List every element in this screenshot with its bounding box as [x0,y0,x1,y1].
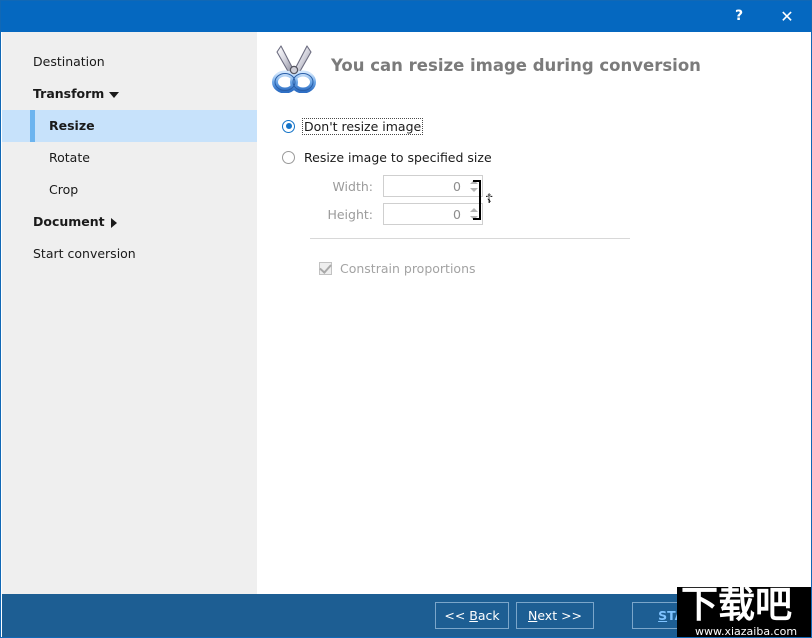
sidebar-item-label: Resize [49,118,95,133]
radio-dont-resize[interactable]: Don't resize image [282,117,424,135]
watermark-overlay: 下载吧 www.xiazaiba.com [677,587,811,638]
radio-resize-specified[interactable]: Resize image to specified size [282,148,494,166]
dimension-link-group: ☦ [473,180,501,220]
link-bracket [473,180,481,220]
next-suffix: ext >> [537,608,583,623]
height-stepper[interactable]: 0 [383,203,483,225]
chain-link-icon: ☦ [485,192,494,207]
sidebar-item-destination[interactable]: Destination [2,46,257,78]
next-button[interactable]: Next >> [516,602,594,629]
title-bar: ? ✕ [1,1,811,32]
constrain-proportions-checkbox[interactable]: Constrain proportions [319,260,476,276]
chevron-right-icon [110,217,117,228]
start-accel: S [658,608,668,623]
radio-label-dont-resize: Don't resize image [302,117,424,135]
height-field-row: Height: 0 [319,203,483,225]
height-label: Height: [327,206,373,222]
content-pane: You can resize image during conversion D… [257,32,811,594]
divider [310,238,630,239]
resize-dialog-window: ? ✕ Destination Transform Resize Rotate … [0,0,812,638]
sidebar-item-start-conversion[interactable]: Start conversion [2,238,257,270]
sidebar-item-label: Rotate [49,150,90,165]
sidebar-item-rotate[interactable]: Rotate [2,142,257,174]
height-value[interactable]: 0 [384,207,467,222]
sidebar-item-label: Start conversion [33,246,136,261]
width-field-row: Width: 0 [319,175,483,197]
sidebar-item-label: Document [33,214,105,229]
back-accel: B [469,608,478,623]
back-suffix: ack [477,608,500,623]
watermark-logo-text: 下载吧 [681,587,792,626]
sidebar-item-label: Destination [33,54,105,69]
check-tick-icon [319,260,332,274]
back-prefix: << [444,608,470,623]
radio-button-icon[interactable] [282,150,295,164]
sidebar-item-resize[interactable]: Resize [2,110,257,142]
chevron-down-icon [109,91,120,98]
width-label: Width: [332,178,373,194]
radio-button-icon[interactable] [282,119,295,133]
page-title: You can resize image during conversion [331,56,701,75]
scissors-icon [269,43,319,94]
width-stepper[interactable]: 0 [383,175,483,197]
constrain-proportions-label: Constrain proportions [340,260,476,276]
panel-header: You can resize image during conversion [269,39,799,95]
close-icon[interactable]: ✕ [765,1,809,32]
sidebar-item-document[interactable]: Document [2,206,257,238]
next-accel: N [527,608,538,623]
sidebar-item-label: Crop [49,182,79,197]
back-button[interactable]: << Back [435,602,509,629]
checkbox-icon[interactable] [319,260,332,275]
sidebar-item-crop[interactable]: Crop [2,174,257,206]
sidebar-item-label: Transform [33,86,105,101]
width-value[interactable]: 0 [384,179,467,194]
sidebar: Destination Transform Resize Rotate Crop… [2,32,257,594]
sidebar-item-transform[interactable]: Transform [2,78,257,110]
radio-label-resize-specified: Resize image to specified size [304,149,492,165]
watermark-url: www.xiazaiba.com [695,625,798,638]
help-icon[interactable]: ? [717,1,761,32]
